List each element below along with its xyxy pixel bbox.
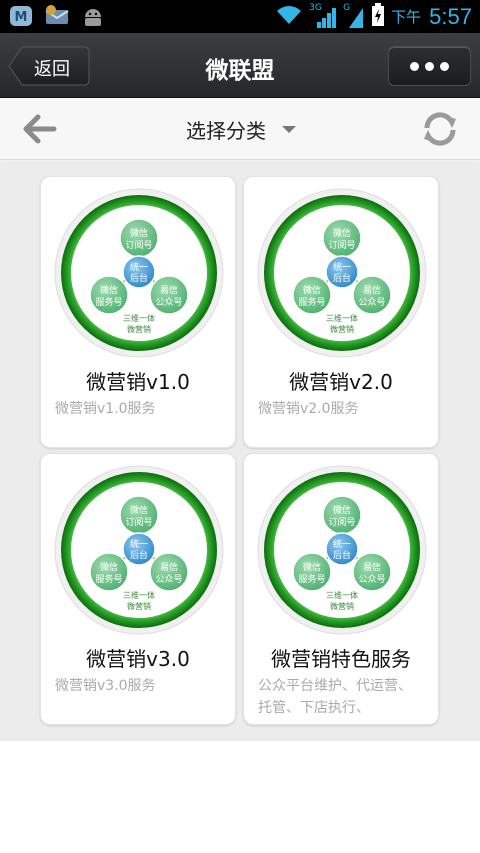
svg-text:后台: 后台	[130, 272, 148, 284]
marketing-logo-icon: 微信 订阅号 微信 服务号 易信 公众号 统一 后台 三维一体 微营销	[54, 465, 224, 635]
refresh-icon[interactable]	[420, 110, 460, 148]
service-card[interactable]: 微信 订阅号 微信 服务号 易信 公众号 统一 后台 三维一体 微营销 微营销v3.0 微营销v3…	[40, 453, 236, 725]
marketing-logo-icon: 微信 订阅号 微信 服务号 易信 公众号 统一 后台 三维一体 微营销	[257, 465, 427, 635]
category-dropdown-label: 选择分类	[186, 118, 266, 143]
svg-text:服务号: 服务号	[298, 296, 325, 308]
svg-text:公众号: 公众号	[155, 574, 182, 585]
svg-text:服务号: 服务号	[95, 573, 122, 585]
ampm-label: 下午	[391, 8, 422, 26]
signal-g-icon: G	[343, 3, 365, 29]
marketing-logo-icon: 微信 订阅号 微信 服务号 易信 公众号 统一 后台 三维一体 微营销	[257, 188, 427, 358]
svg-text:统一: 统一	[130, 261, 148, 273]
card-description: 微营销v2.0服务	[258, 401, 359, 417]
svg-text:订阅号: 订阅号	[125, 240, 152, 251]
svg-text:易信: 易信	[363, 561, 381, 573]
svg-text:微信: 微信	[303, 284, 321, 296]
svg-text:M: M	[15, 10, 28, 25]
svg-text:公众号: 公众号	[155, 297, 182, 308]
svg-text:统一: 统一	[333, 261, 351, 273]
mail-icon	[44, 4, 70, 28]
card-description: 微营销v1.0服务	[55, 401, 156, 417]
svg-text:订阅号: 订阅号	[125, 517, 152, 528]
category-dropdown[interactable]: 选择分类	[186, 115, 296, 143]
service-card[interactable]: 微信 订阅号 微信 服务号 易信 公众号 统一 后台 三维一体 微营销 微营销特色服务 公众平台维…	[243, 453, 439, 725]
service-grid: 微信 订阅号 微信 服务号 易信 公众号 统一 后台 三维一体 微营销 微营销v1.0 微营销v1…	[0, 161, 480, 741]
svg-text:统一: 统一	[333, 538, 351, 550]
card-title: 微营销v2.0	[289, 370, 393, 394]
arrow-left-icon[interactable]	[20, 111, 60, 147]
service-card[interactable]: 微信 订阅号 微信 服务号 易信 公众号 统一 后台 三维一体 微营销 微营销v1.0 微营销v1…	[40, 176, 236, 448]
notification-icons: M	[8, 4, 106, 28]
svg-text:订阅号: 订阅号	[328, 240, 355, 251]
android-icon	[80, 4, 106, 28]
svg-text:微信: 微信	[130, 227, 148, 239]
card-title: 微营销v1.0	[86, 370, 190, 394]
svg-text:统一: 统一	[130, 538, 148, 550]
status-indicators: 3G G 下午 5:57	[275, 0, 472, 33]
wifi-icon	[275, 4, 303, 30]
service-card[interactable]: 微信 订阅号 微信 服务号 易信 公众号 统一 后台 三维一体 微营销 微营销v2.0 微营销v2…	[243, 176, 439, 448]
more-dot-icon	[410, 61, 419, 71]
signal-3g-icon: 3G	[309, 3, 337, 29]
svg-text:微信: 微信	[130, 504, 148, 516]
svg-text:订阅号: 订阅号	[328, 517, 355, 528]
svg-text:微信: 微信	[303, 561, 321, 573]
svg-text:微营销: 微营销	[330, 324, 354, 334]
svg-text:三维一体: 三维一体	[326, 590, 358, 600]
maxthon-icon: M	[8, 4, 34, 28]
svg-text:易信: 易信	[160, 284, 178, 296]
svg-text:公众号: 公众号	[358, 574, 385, 585]
svg-text:微信: 微信	[333, 504, 351, 516]
svg-text:公众号: 公众号	[358, 297, 385, 308]
card-title: 微营销特色服务	[271, 647, 411, 671]
svg-text:三维一体: 三维一体	[123, 590, 155, 600]
screen: M 3G G 下午 5:57 返回 微联盟 选择分类 微信 订阅号 微信 服务号…	[0, 0, 480, 853]
card-description: 公众平台维护、代运营、托管、下店执行、	[258, 678, 412, 716]
more-dot-icon	[425, 61, 434, 71]
svg-text:三维一体: 三维一体	[123, 313, 155, 323]
svg-text:三维一体: 三维一体	[326, 313, 358, 323]
svg-text:微信: 微信	[100, 561, 118, 573]
svg-text:后台: 后台	[130, 549, 148, 561]
more-dot-icon	[440, 61, 449, 71]
marketing-logo-icon: 微信 订阅号 微信 服务号 易信 公众号 统一 后台 三维一体 微营销	[54, 188, 224, 358]
svg-text:服务号: 服务号	[298, 573, 325, 585]
card-description: 微营销v3.0服务	[55, 678, 156, 694]
svg-text:易信: 易信	[363, 284, 381, 296]
svg-text:后台: 后台	[333, 272, 351, 284]
status-bar: M 3G G 下午 5:57	[0, 0, 480, 33]
caret-down-icon	[282, 125, 296, 133]
svg-text:微营销: 微营销	[127, 601, 151, 611]
svg-text:微营销: 微营销	[127, 324, 151, 334]
svg-text:易信: 易信	[160, 561, 178, 573]
svg-text:服务号: 服务号	[95, 296, 122, 308]
svg-text:微营销: 微营销	[330, 601, 354, 611]
card-title: 微营销v3.0	[86, 647, 190, 671]
more-options-button[interactable]	[388, 46, 471, 86]
category-bar: 选择分类	[0, 98, 480, 160]
clock: 5:57	[429, 3, 472, 29]
svg-text:微信: 微信	[100, 284, 118, 296]
battery-icon	[371, 2, 385, 31]
svg-text:后台: 后台	[333, 549, 351, 561]
svg-text:微信: 微信	[333, 227, 351, 239]
title-bar: 返回 微联盟	[0, 33, 480, 98]
